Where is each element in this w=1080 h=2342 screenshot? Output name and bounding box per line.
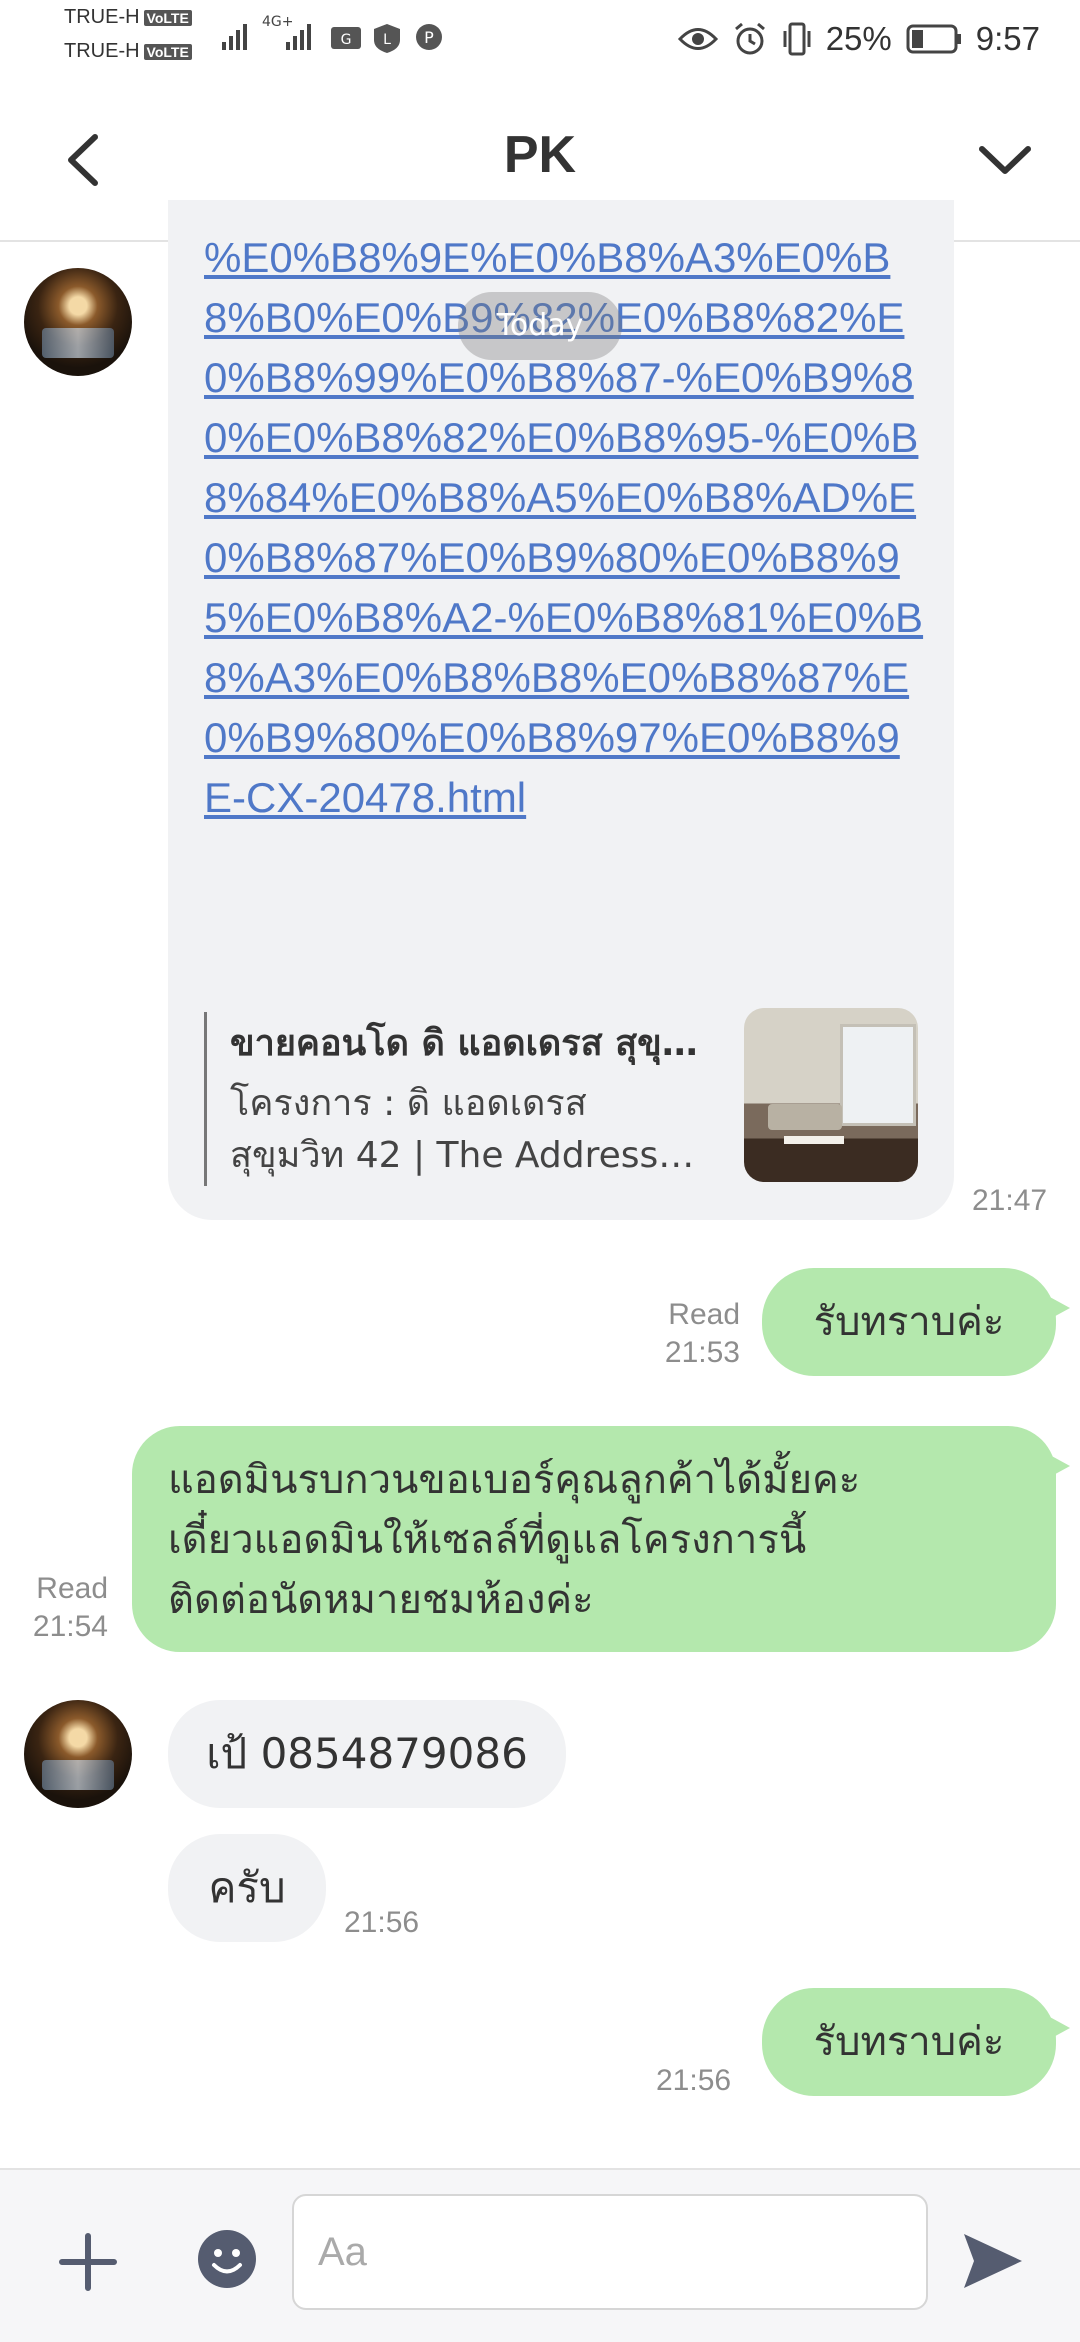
message-time: 21:56 bbox=[656, 2064, 732, 2097]
clock: 9:57 bbox=[975, 20, 1040, 57]
carrier-label: TRUE-H VoLTE bbox=[64, 6, 192, 29]
pinterest-icon: P bbox=[416, 24, 442, 50]
message-text: ครับ bbox=[208, 1863, 286, 1912]
battery-percent: 25% bbox=[825, 20, 892, 57]
message-text: เป้ 0854879086 bbox=[206, 1729, 528, 1778]
plus-icon[interactable] bbox=[58, 2232, 118, 2292]
signal-icon bbox=[222, 24, 247, 50]
avatar[interactable] bbox=[24, 268, 132, 376]
carrier-label-2: TRUE-H VoLTE bbox=[64, 40, 192, 63]
read-receipt: Read 21:54 bbox=[32, 1572, 108, 1643]
message-text: รับทราบค่ะ bbox=[813, 1299, 1005, 1345]
read-receipt: Read 21:53 bbox=[664, 1298, 740, 1369]
signal-icon-2 bbox=[286, 24, 311, 50]
status-bar: TRUE-HVoLTE TRUE-HVoLTE 4G+ G L P 25% bbox=[0, 0, 1080, 80]
message-time: 21:47 bbox=[972, 1184, 1048, 1217]
date-divider: Today bbox=[458, 292, 622, 360]
svg-text:P: P bbox=[424, 28, 434, 47]
emoji-icon[interactable] bbox=[196, 2228, 258, 2290]
avatar[interactable] bbox=[24, 1700, 132, 1808]
message-time: 21:56 bbox=[344, 1906, 420, 1939]
chat-title: PK bbox=[503, 126, 577, 184]
sent-message-bubble[interactable]: รับทราบค่ะ bbox=[762, 1268, 1070, 1376]
svg-text:L: L bbox=[383, 32, 391, 48]
send-icon[interactable] bbox=[960, 2230, 1026, 2292]
battery-icon bbox=[906, 24, 961, 54]
link-preview[interactable]: ขายคอนโด ดิ แอดเดรส สุขุมวิท 42 โครงการ … bbox=[204, 1008, 918, 1186]
message-text: รับทราบค่ะ bbox=[813, 2019, 1005, 2065]
message-input[interactable]: Aa bbox=[292, 2194, 928, 2310]
preview-title: ขายคอนโด ดิ แอดเดรส สุขุมวิท 42 bbox=[230, 1023, 700, 1064]
sent-message-bubble[interactable]: แอดมินรบกวนขอเบอร์คุณลูกค้าได้มั้ยคะ เดี… bbox=[132, 1426, 1070, 1652]
preview-thumbnail[interactable] bbox=[744, 1008, 918, 1182]
sent-message-bubble[interactable]: รับทราบค่ะ bbox=[762, 1988, 1070, 2096]
message-text-line: ติดต่อนัดหมายชมห้องค่ะ bbox=[168, 1577, 594, 1623]
message-input-bar: Aa bbox=[0, 2168, 1080, 2342]
message-text-line: แอดมินรบกวนขอเบอร์คุณลูกค้าได้มั้ยคะ bbox=[168, 1457, 861, 1503]
data-saver-icon: G bbox=[331, 27, 361, 49]
preview-description: โครงการ : ดิ แอดเดรส สุขุมวิท 42 | The A… bbox=[230, 1083, 659, 1176]
alarm-icon bbox=[734, 22, 765, 55]
line-app-icon: L bbox=[374, 24, 400, 53]
chevron-down-icon[interactable] bbox=[970, 125, 1040, 195]
eye-icon bbox=[677, 28, 718, 50]
svg-text:G: G bbox=[341, 32, 352, 48]
vibrate-icon bbox=[783, 22, 811, 56]
received-message-bubble[interactable]: ครับ bbox=[168, 1834, 326, 1942]
message-text-line: เดี๋ยวแอดมินให้เซลล์ที่ดูแลโครงการนี้ bbox=[168, 1517, 807, 1563]
received-message-bubble[interactable]: เป้ 0854879086 bbox=[168, 1700, 566, 1808]
preview-accent-bar bbox=[204, 1012, 207, 1186]
